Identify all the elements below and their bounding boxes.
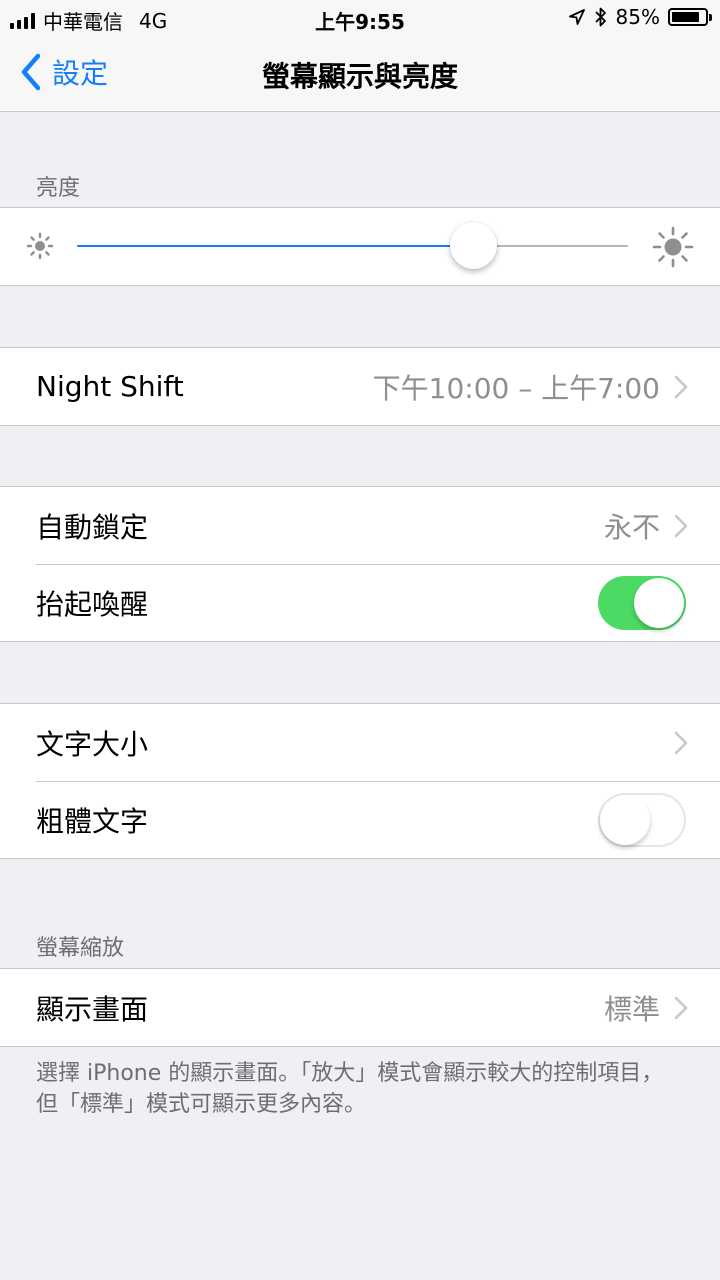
brightness-row <box>0 208 720 285</box>
sun-small-icon <box>26 232 54 260</box>
chevron-right-icon <box>674 375 688 399</box>
night-shift-row[interactable]: Night Shift 下午10:00 – 上午7:00 <box>0 348 720 425</box>
raise-to-wake-toggle[interactable] <box>598 575 686 630</box>
view-value: 標準 <box>603 992 660 1026</box>
brightness-group <box>0 207 720 286</box>
battery-icon <box>668 8 712 26</box>
view-label: 顯示畫面 <box>36 992 149 1026</box>
raise-to-wake-label: 抬起喚醒 <box>36 587 149 621</box>
navigation-bar: 設定 螢幕顯示與亮度 <box>0 36 720 112</box>
page-title: 螢幕顯示與亮度 <box>261 60 458 93</box>
display-zoom-header: 螢幕縮放 <box>36 936 125 961</box>
location-arrow-icon <box>568 9 585 25</box>
chevron-right-icon <box>674 996 688 1020</box>
bold-text-label: 粗體文字 <box>36 804 149 838</box>
lock-group: 自動鎖定 永不 抬起喚醒 <box>0 486 720 642</box>
night-shift-group: Night Shift 下午10:00 – 上午7:00 <box>0 347 720 426</box>
auto-lock-label: 自動鎖定 <box>36 510 149 544</box>
view-row[interactable]: 顯示畫面 標準 <box>0 969 720 1046</box>
status-bar: 中華電信 4G 上午9:55 85% <box>0 0 720 36</box>
brightness-slider[interactable] <box>77 245 628 247</box>
brightness-slider-fill <box>77 245 474 247</box>
sun-large-icon <box>652 226 694 268</box>
night-shift-label: Night Shift <box>36 370 184 403</box>
status-right: 85% <box>568 5 712 29</box>
display-zoom-footer: 選擇 iPhone 的顯示畫面。「放大」模式會顯示較大的控制項目，但「標準」模式… <box>36 1061 664 1117</box>
night-shift-value: 下午10:00 – 上午7:00 <box>372 371 660 405</box>
auto-lock-value: 永不 <box>603 510 660 544</box>
raise-to-wake-row: 抬起喚醒 <box>0 564 720 641</box>
brightness-slider-thumb[interactable] <box>450 222 498 269</box>
brightness-header: 亮度 <box>36 176 81 201</box>
text-group: 文字大小 粗體文字 <box>0 703 720 859</box>
text-size-row[interactable]: 文字大小 <box>0 704 720 781</box>
display-zoom-group: 顯示畫面 標準 <box>0 968 720 1047</box>
chevron-right-icon <box>674 514 688 538</box>
battery-percent: 85% <box>615 5 660 29</box>
chevron-right-icon <box>674 731 688 755</box>
bold-text-row: 粗體文字 <box>0 781 720 858</box>
bluetooth-icon <box>594 7 606 27</box>
bold-text-toggle[interactable] <box>598 792 686 847</box>
battery-fill <box>672 12 699 22</box>
text-size-label: 文字大小 <box>36 727 149 761</box>
auto-lock-row[interactable]: 自動鎖定 永不 <box>0 487 720 564</box>
